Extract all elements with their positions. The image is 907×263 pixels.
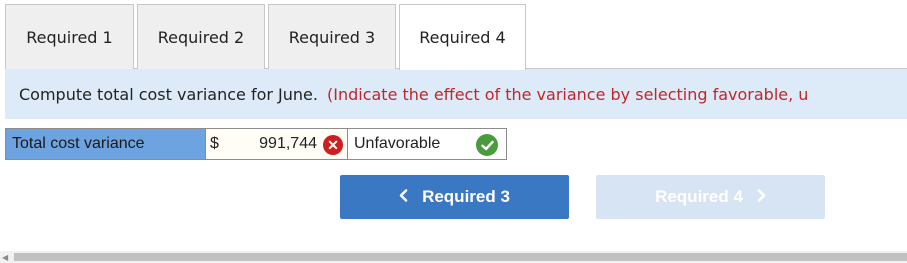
horizontal-scrollbar[interactable]: ◀	[0, 251, 907, 263]
check-glyph	[480, 140, 494, 150]
tab-required-1[interactable]: Required 1	[5, 4, 134, 69]
amount-value: 991,744	[259, 135, 317, 152]
instruction-banner: Compute total cost variance for June. (I…	[5, 69, 907, 119]
instruction-note: (Indicate the effect of the variance by …	[326, 84, 809, 104]
tab-label: Required 4	[419, 28, 506, 47]
amount-field[interactable]: $ 991,744 ✕	[206, 128, 348, 160]
scrollbar-thumb[interactable]	[14, 253, 907, 261]
prev-required-button[interactable]: Required 3	[340, 175, 569, 219]
x-circle-icon: ✕	[323, 135, 343, 155]
chevron-right-icon	[757, 187, 766, 207]
instruction-text: Compute total cost variance for June.	[19, 84, 318, 104]
tab-label: Required 1	[26, 27, 113, 47]
next-button-label: Required 4	[655, 187, 743, 206]
currency-symbol: $	[210, 135, 219, 152]
tab-required-2[interactable]: Required 2	[137, 4, 265, 69]
row-label: Total cost variance	[5, 128, 206, 160]
chevron-left-glyph	[399, 189, 408, 202]
chevron-right-glyph	[757, 189, 766, 202]
next-required-button[interactable]: Required 4	[596, 175, 825, 219]
effect-select[interactable]: Unfavorable	[348, 128, 507, 160]
tab-bar: Required 1 Required 2 Required 3 Require…	[5, 4, 907, 70]
check-circle-icon	[476, 134, 498, 156]
chevron-left-icon	[399, 187, 408, 207]
tab-required-3[interactable]: Required 3	[268, 4, 396, 69]
row-label-text: Total cost variance	[12, 135, 145, 152]
tab-label: Required 3	[288, 27, 376, 47]
tab-label: Required 2	[157, 27, 245, 47]
effect-value: Unfavorable	[354, 135, 441, 152]
prev-button-label: Required 3	[422, 187, 510, 206]
scroll-left-arrow-icon[interactable]: ◀	[2, 253, 8, 262]
tab-required-4[interactable]: Required 4	[399, 4, 526, 70]
answer-row: Total cost variance $ 991,744 ✕ Unfavora…	[5, 128, 507, 160]
